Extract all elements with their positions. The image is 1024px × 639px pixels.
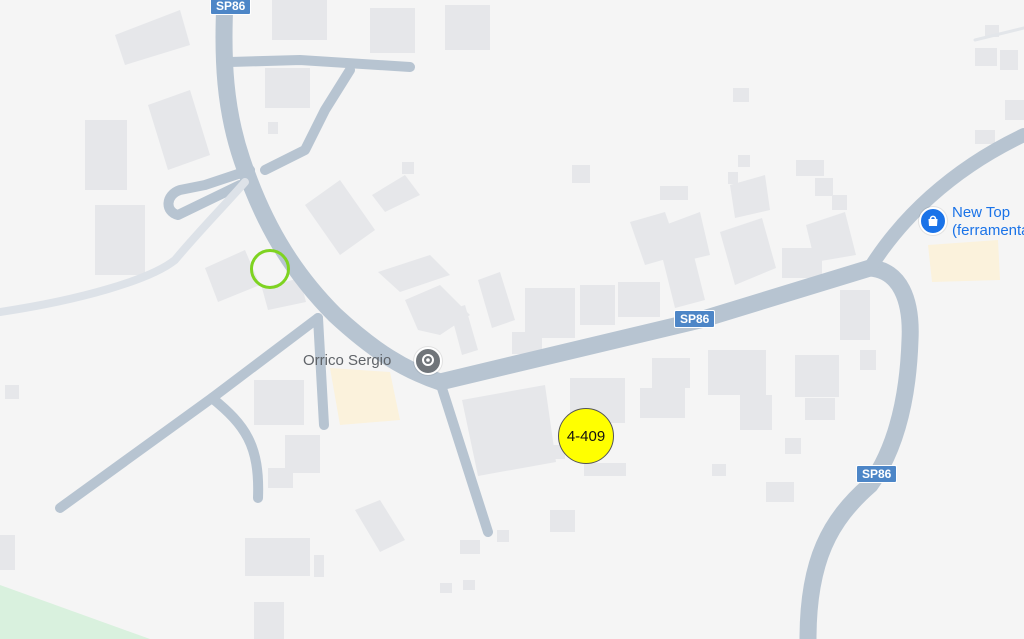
bag-glyph-icon xyxy=(928,215,938,226)
pin-glyph-icon xyxy=(422,354,434,366)
map-base-layer xyxy=(0,0,1024,639)
place-label-orrico-sergio[interactable]: Orrico Sergio xyxy=(303,352,391,370)
place-pin-icon[interactable] xyxy=(414,347,442,375)
place-label-new-top[interactable]: New Top xyxy=(952,204,1010,222)
road-label-sp86-mid: SP86 xyxy=(674,310,716,328)
road-label-sp86-right: SP86 xyxy=(856,465,898,483)
place-label-new-top-sub[interactable]: (ferramenta) xyxy=(952,222,1024,240)
map-canvas[interactable]: SP86 SP86 SP86 Orrico Sergio New Top (fe… xyxy=(0,0,1024,639)
shopping-bag-icon[interactable] xyxy=(919,207,947,235)
selection-ring-icon[interactable] xyxy=(250,249,290,289)
map-marker-4-409[interactable]: 4-409 xyxy=(558,408,614,464)
road-label-sp86-top: SP86 xyxy=(210,0,252,15)
